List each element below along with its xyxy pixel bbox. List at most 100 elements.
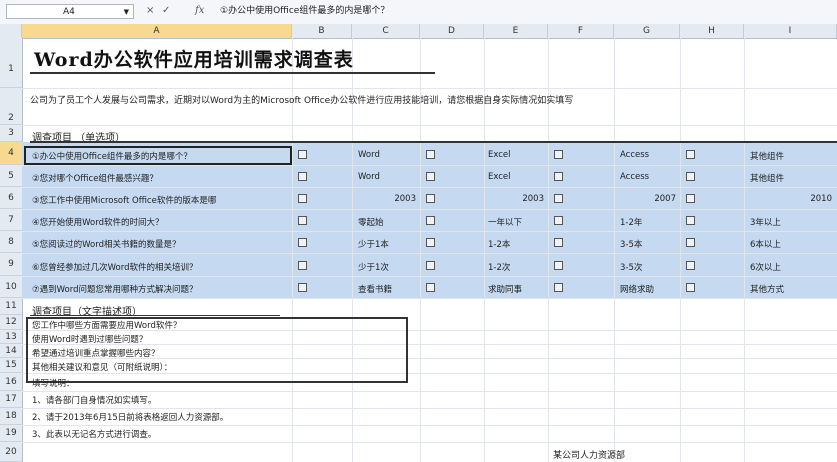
checkbox[interactable] (298, 150, 307, 159)
row-header[interactable]: 3 (0, 125, 22, 142)
option-label: 6本以上 (750, 240, 781, 250)
note-1[interactable]: 1、请各部门自身情况如实填写。 (32, 394, 156, 406)
checkbox[interactable] (686, 216, 695, 225)
checkbox[interactable] (686, 172, 695, 181)
option-label: 2010 (810, 194, 832, 204)
row-header[interactable]: 12 (0, 315, 22, 330)
option-label: 2003 (394, 194, 416, 204)
note-3[interactable]: 3、此表以无记名方式进行调查。 (32, 428, 156, 440)
checkbox[interactable] (426, 172, 435, 181)
checkbox[interactable] (426, 194, 435, 203)
checkbox[interactable] (426, 216, 435, 225)
chevron-down-icon[interactable]: ▼ (124, 5, 129, 20)
column-header-d[interactable]: D (420, 24, 484, 38)
column-header-e[interactable]: E (484, 24, 548, 38)
row-header[interactable]: 15 (0, 358, 22, 373)
select-all-corner[interactable] (0, 24, 22, 38)
checkbox[interactable] (686, 283, 695, 292)
row-headers: 1 2 3 4 5 6 7 8 9 10 11 12 13 14 15 16 1… (0, 38, 23, 462)
row-header[interactable]: 14 (0, 344, 22, 358)
checkbox[interactable] (686, 150, 695, 159)
formula-input[interactable]: ①办公中使用Office组件最多的内是哪个？ (220, 4, 835, 19)
checkbox[interactable] (554, 261, 563, 270)
question-2[interactable]: ②您对哪个Office组件最感兴趣？ (32, 172, 158, 184)
question-4[interactable]: ④您开始使用Word软件的时间大？ (32, 216, 163, 228)
option-label: 一年以下 (488, 218, 523, 228)
row-header[interactable]: 9 (0, 253, 22, 276)
option-label: 2007 (654, 194, 676, 204)
column-header-b[interactable]: B (292, 24, 352, 38)
row-header[interactable]: 4 (0, 142, 22, 165)
checkbox[interactable] (298, 172, 307, 181)
row-header[interactable]: 19 (0, 425, 22, 442)
option-label: 少于1次 (358, 263, 389, 273)
row-header[interactable]: 16 (0, 373, 22, 391)
text-item-2[interactable]: 使用Word时遇到过哪些问题？ (32, 333, 147, 345)
footer-department[interactable]: 某公司人力资源部 (553, 448, 625, 461)
text-item-4[interactable]: 其他相关建议和意见（可附纸说明）： (32, 361, 172, 373)
insert-function-icon[interactable]: fx (195, 5, 204, 16)
sheet-title[interactable]: Word办公软件应用培训需求调查表 (34, 45, 354, 72)
column-header-i[interactable]: I (744, 24, 837, 38)
row-header[interactable]: 8 (0, 231, 22, 253)
checkbox[interactable] (426, 238, 435, 247)
active-cell-a4[interactable] (24, 146, 292, 165)
option-label: 求助同事 (488, 285, 523, 295)
column-header-c[interactable]: C (352, 24, 420, 38)
checkbox[interactable] (554, 150, 563, 159)
checkbox[interactable] (686, 261, 695, 270)
row-header[interactable]: 20 (0, 442, 22, 462)
row-header[interactable]: 5 (0, 165, 22, 187)
checkbox[interactable] (426, 261, 435, 270)
text-item-1[interactable]: 您工作中哪些方面需要应用Word软件？ (32, 319, 181, 331)
checkbox[interactable] (298, 283, 307, 292)
section-divider (30, 315, 280, 316)
question-3[interactable]: ③您工作中使用Microsoft Office软件的版本是哪 (32, 194, 216, 206)
note-2[interactable]: 2、请于2013年6月15日前将表格返回人力资源部。 (32, 411, 228, 423)
title-underline (30, 72, 435, 74)
checkbox[interactable] (426, 283, 435, 292)
column-header-f[interactable]: F (548, 24, 614, 38)
row-header[interactable]: 7 (0, 209, 22, 231)
column-header-g[interactable]: G (614, 24, 680, 38)
checkbox[interactable] (298, 194, 307, 203)
question-5[interactable]: ⑤您阅读过的Word相关书籍的数量是？ (32, 238, 180, 250)
checkbox[interactable] (426, 150, 435, 159)
checkbox[interactable] (554, 283, 563, 292)
enter-icon[interactable]: ✓ (162, 5, 170, 16)
row-header[interactable]: 13 (0, 330, 22, 344)
option-label: Access (620, 172, 650, 182)
option-label: Access (620, 150, 650, 160)
worksheet-grid[interactable]: Word办公软件应用培训需求调查表 公司为了员工个人发展与公司需求，近期对以Wo… (22, 38, 837, 462)
checkbox[interactable] (298, 216, 307, 225)
cancel-icon[interactable]: × (146, 5, 154, 16)
intro-text[interactable]: 公司为了员工个人发展与公司需求，近期对以Word为主的Microsoft Off… (30, 93, 837, 106)
row-header[interactable]: 2 (0, 88, 22, 125)
checkbox[interactable] (686, 238, 695, 247)
question-7[interactable]: ⑦遇到Word问题您常用哪种方式解决问题？ (32, 283, 197, 295)
name-box[interactable]: A4 ▼ (6, 4, 134, 19)
option-label: 1-2本 (488, 240, 511, 250)
row-header[interactable]: 10 (0, 276, 22, 298)
row-header[interactable]: 17 (0, 391, 22, 408)
text-item-3[interactable]: 希望通过培训重点掌握哪些内容？ (32, 347, 160, 359)
checkbox[interactable] (554, 238, 563, 247)
row-header[interactable]: 18 (0, 408, 22, 425)
option-label: 其他组件 (750, 174, 785, 184)
question-6[interactable]: ⑥您曾经参加过几次Word软件的相关培训？ (32, 261, 197, 273)
checkbox[interactable] (554, 194, 563, 203)
column-header-a[interactable]: A (22, 24, 292, 38)
option-label: 少于1本 (358, 240, 389, 250)
column-header-h[interactable]: H (680, 24, 744, 38)
checkbox[interactable] (298, 238, 307, 247)
checkbox[interactable] (686, 194, 695, 203)
checkbox[interactable] (298, 261, 307, 270)
option-label: Word (358, 172, 380, 182)
option-label: 3年以上 (750, 218, 781, 228)
row-header[interactable]: 1 (0, 38, 22, 88)
notes-title[interactable]: 填写说明： (32, 377, 75, 389)
checkbox[interactable] (554, 172, 563, 181)
row-header[interactable]: 6 (0, 187, 22, 209)
row-header[interactable]: 11 (0, 298, 22, 315)
checkbox[interactable] (554, 216, 563, 225)
